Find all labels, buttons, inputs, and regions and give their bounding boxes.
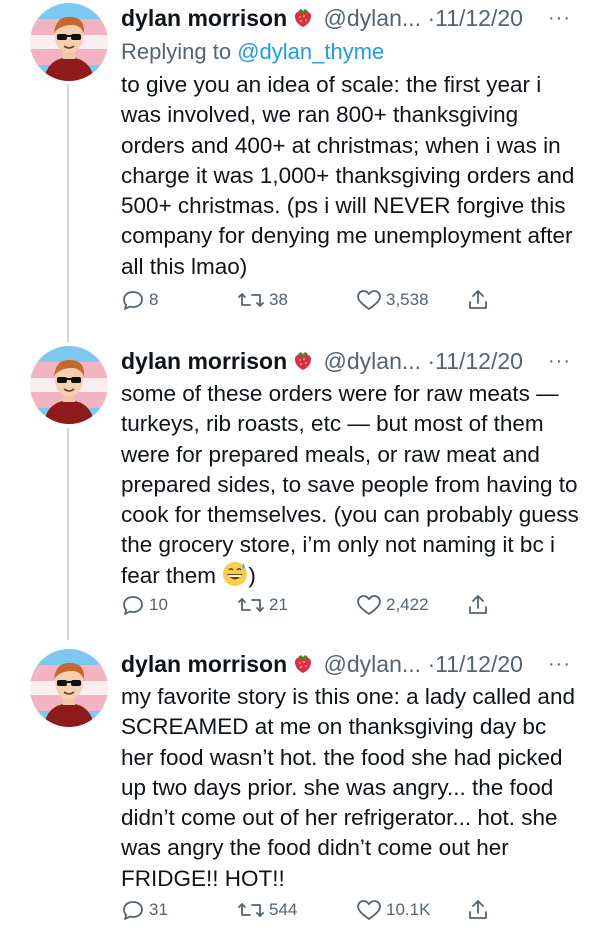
share-icon — [466, 593, 490, 617]
display-name[interactable]: dylan morrison — [121, 348, 287, 374]
share-button[interactable] — [466, 593, 490, 617]
strawberry-icon — [291, 651, 315, 682]
reply-count: 8 — [149, 290, 159, 309]
handle[interactable]: @dylan... — [324, 5, 422, 31]
reply-icon — [121, 898, 145, 922]
share-icon — [466, 288, 490, 312]
share-icon — [466, 898, 490, 922]
retweet-icon — [237, 288, 265, 312]
tweet-actions: 10 21 2,422 — [121, 593, 561, 619]
reply-count: 10 — [149, 595, 168, 614]
replying-to: Replying to @dylan_thyme — [121, 37, 581, 67]
separator-dot: · — [427, 651, 436, 677]
timestamp[interactable]: 11/12/20 — [435, 651, 523, 677]
reply-button[interactable]: 8 — [121, 288, 158, 312]
more-options-icon[interactable]: ··· — [548, 3, 571, 33]
like-button[interactable]: 3,538 — [356, 288, 429, 312]
tweet-actions: 8 38 3,538 — [121, 288, 561, 314]
handle[interactable]: @dylan... — [324, 348, 422, 374]
reply-icon — [121, 593, 145, 617]
retweet-button[interactable]: 544 — [237, 898, 297, 922]
tweet-text-end: ) — [248, 562, 256, 588]
tweet-header: dylan morrison @dylan... ·11/12/20 ··· — [121, 649, 581, 679]
timestamp[interactable]: 11/12/20 — [435, 348, 523, 374]
like-count: 10.1K — [386, 900, 431, 919]
heart-icon — [356, 288, 382, 312]
more-options-icon[interactable]: ··· — [548, 346, 571, 376]
replying-prefix: Replying to — [121, 39, 238, 64]
share-button[interactable] — [466, 898, 490, 922]
heart-icon — [356, 593, 382, 617]
tweet-text: my favorite story is this one: a lady ca… — [121, 684, 575, 891]
display-name[interactable]: dylan morrison — [121, 5, 287, 31]
grinning-sweat-emoji-icon — [222, 561, 248, 595]
display-name[interactable]: dylan morrison — [121, 651, 287, 677]
retweet-count: 21 — [269, 595, 288, 614]
retweet-count: 544 — [269, 900, 298, 919]
tweet-text-main: some of these orders were for raw meats … — [121, 381, 579, 588]
strawberry-icon — [291, 5, 315, 36]
more-options-icon[interactable]: ··· — [548, 649, 571, 679]
tweet[interactable]: dylan morrison @dylan... ·11/12/20 ··· s… — [0, 346, 600, 626]
tweet[interactable]: dylan morrison @dylan... ·11/12/20 ··· R… — [0, 3, 600, 333]
replying-to-link[interactable]: @dylan_thyme — [237, 39, 384, 64]
tweet-text: to give you an idea of scale: the first … — [121, 72, 575, 279]
like-count: 2,422 — [386, 595, 429, 614]
like-count: 3,538 — [386, 290, 429, 309]
retweet-icon — [237, 898, 265, 922]
timestamp[interactable]: 11/12/20 — [435, 5, 523, 31]
tweet-text: some of these orders were for raw meats … — [121, 379, 581, 595]
like-button[interactable]: 10.1K — [356, 898, 430, 922]
reply-icon — [121, 288, 145, 312]
retweet-count: 38 — [269, 290, 288, 309]
reply-count: 31 — [149, 900, 168, 919]
retweet-icon — [237, 593, 265, 617]
like-button[interactable]: 2,422 — [356, 593, 429, 617]
handle[interactable]: @dylan... — [324, 651, 422, 677]
retweet-button[interactable]: 38 — [237, 288, 288, 312]
strawberry-icon — [291, 348, 315, 379]
tweet-actions: 31 544 10.1K — [121, 898, 561, 924]
avatar[interactable] — [30, 3, 108, 81]
share-button[interactable] — [466, 288, 490, 312]
heart-icon — [356, 898, 382, 922]
avatar[interactable] — [30, 649, 108, 727]
separator-dot: · — [427, 348, 436, 374]
tweet[interactable]: dylan morrison @dylan... ·11/12/20 ··· m… — [0, 649, 600, 929]
avatar[interactable] — [30, 346, 108, 424]
separator-dot: · — [427, 5, 436, 31]
tweet-header: dylan morrison @dylan... ·11/12/20 ··· — [121, 346, 581, 376]
tweet-header: dylan morrison @dylan... ·11/12/20 ··· — [121, 3, 581, 33]
retweet-button[interactable]: 21 — [237, 593, 288, 617]
reply-button[interactable]: 31 — [121, 898, 168, 922]
reply-button[interactable]: 10 — [121, 593, 168, 617]
